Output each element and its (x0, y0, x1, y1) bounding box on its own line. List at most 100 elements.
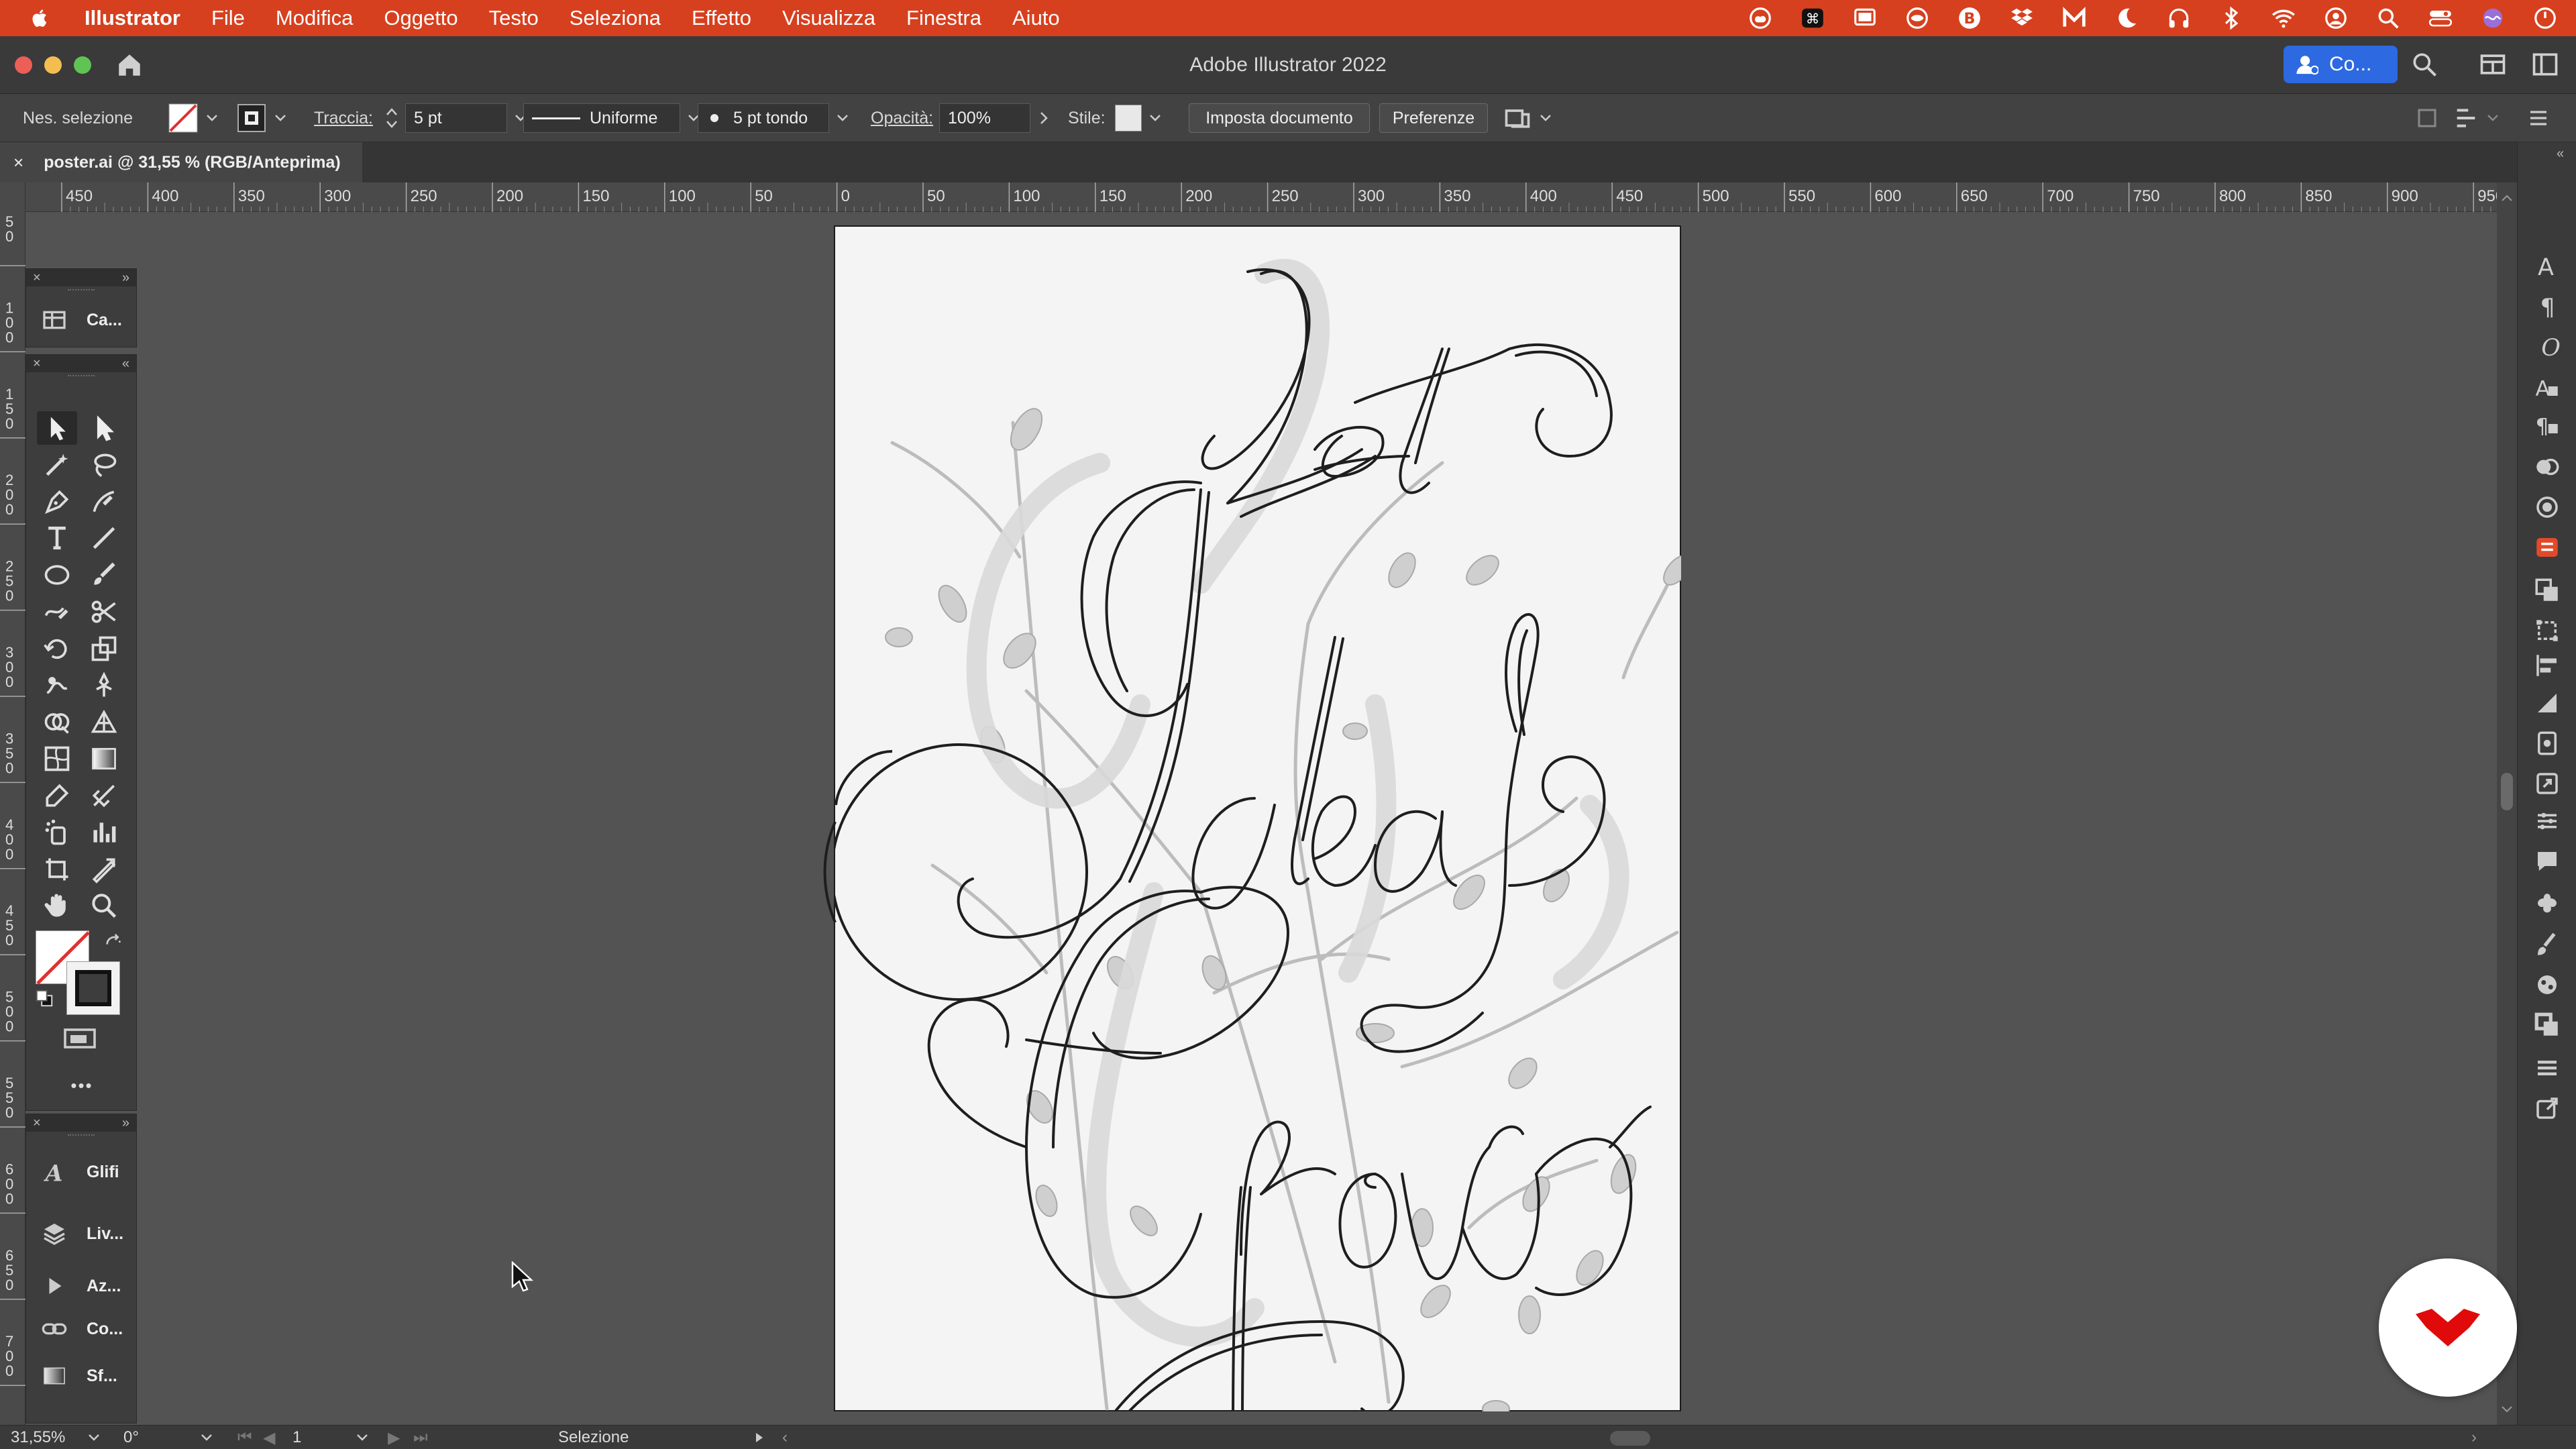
siri-icon[interactable] (2479, 5, 2506, 32)
export-button[interactable] (2531, 1092, 2563, 1124)
shaper-tool-button[interactable] (37, 595, 77, 629)
document-tab[interactable]: × poster.ai @ 31,55 % (RGB/Anteprima) (0, 142, 362, 182)
m-icon[interactable] (2061, 5, 2088, 32)
control-menu-icon[interactable] (2526, 94, 2551, 142)
workspace-icon[interactable] (2478, 50, 2508, 79)
document-info-button[interactable] (2531, 727, 2563, 759)
pathfinder-button[interactable] (2531, 574, 2563, 606)
bluetooth-icon[interactable] (2218, 5, 2245, 32)
menu-window[interactable]: Finestra (906, 6, 981, 30)
panel-close-icon[interactable]: × (33, 270, 41, 286)
stroke-label[interactable]: Traccia: (314, 94, 373, 142)
chevron-down-icon[interactable] (836, 113, 849, 123)
profile-dropdown[interactable]: Uniforme (523, 103, 680, 133)
panel-item-actions[interactable]: Az... (26, 1265, 136, 1307)
align-panel-button[interactable] (2531, 649, 2563, 682)
search-icon[interactable] (2375, 5, 2402, 32)
vertical-scroll-thumb[interactable] (2501, 773, 2513, 810)
panel-item-libraries[interactable]: Ca... (26, 296, 136, 344)
panel-header[interactable]: ×» (26, 1114, 136, 1132)
menu-type[interactable]: Testo (489, 6, 539, 30)
last-artboard-icon[interactable]: ⏭ (413, 1426, 428, 1449)
dropbox-icon[interactable] (2008, 5, 2035, 32)
transform-icon[interactable] (2453, 94, 2500, 142)
horizontal-scroll-thumb[interactable] (1610, 1431, 1650, 1446)
stepper-arrows-icon[interactable] (384, 103, 400, 133)
style-swatch-box[interactable] (1115, 105, 1142, 131)
fill-swatch[interactable] (168, 94, 219, 142)
wifi-icon[interactable] (2270, 5, 2297, 32)
panel-expand-icon[interactable]: » (122, 1116, 129, 1131)
stroke-color-box[interactable] (66, 961, 120, 1015)
paragraph-panel-button[interactable]: ¶ (2531, 290, 2563, 322)
menu-app[interactable]: Illustrator (85, 6, 180, 30)
column-graph-tool-button[interactable] (84, 816, 124, 849)
gradient-tool-button[interactable] (84, 742, 124, 775)
b-icon[interactable]: B (1956, 5, 1983, 32)
menu-effect[interactable]: Effetto (692, 6, 751, 30)
opacity-label[interactable]: Opacità: (871, 94, 933, 142)
close-tab-icon[interactable]: × (13, 152, 23, 173)
panel-close-icon[interactable]: × (33, 1116, 41, 1131)
search-help-icon[interactable] (2410, 50, 2439, 79)
stroke-weight-field[interactable]: 5 pt (405, 103, 507, 133)
arrange-panels-icon[interactable] (2530, 50, 2560, 79)
opacity-control[interactable]: 100% (939, 94, 1051, 142)
symbol-sprayer-tool-button[interactable] (37, 816, 77, 849)
color-guide-button[interactable] (2531, 491, 2563, 523)
character-styles-button[interactable]: A (2531, 370, 2563, 402)
align-grid-icon[interactable] (2415, 94, 2439, 142)
headphones-icon[interactable] (2165, 5, 2192, 32)
screen-mode-icon[interactable] (62, 1026, 100, 1053)
paintbrush-tool-button[interactable] (84, 558, 124, 592)
tools-header[interactable]: × « (26, 355, 136, 372)
loop-icon[interactable] (1904, 5, 1931, 32)
stroke-panel-button[interactable] (2531, 1009, 2563, 1041)
screen-icon[interactable] (1851, 5, 1878, 32)
command-icon[interactable]: ⌘ (1799, 5, 1826, 32)
chevron-down-icon[interactable] (2486, 113, 2500, 123)
first-artboard-icon[interactable]: ⏮ (237, 1426, 252, 1449)
zoom-level[interactable]: 31,55% (11, 1426, 65, 1449)
artboard-tool-button[interactable] (37, 853, 77, 886)
paragraph-styles-button[interactable]: ¶ (2531, 408, 2563, 440)
properties-button[interactable] (2531, 805, 2563, 837)
zoom-dropdown-icon[interactable] (87, 1426, 101, 1449)
color-panel-button[interactable] (2531, 451, 2563, 483)
vertical-ruler[interactable]: 50 100 150 200 250 300 350 400 450 500 550 600 650 70… (0, 182, 25, 1425)
tools-close-icon[interactable]: × (33, 356, 41, 372)
apple-icon[interactable] (30, 7, 51, 30)
edit-toolbar-button[interactable]: ••• (26, 1075, 138, 1096)
tools-collapse-icon[interactable]: « (122, 356, 129, 372)
menu-help[interactable]: Aiuto (1012, 6, 1060, 30)
stroke-swatch[interactable] (236, 94, 287, 142)
control-center-icon[interactable] (2427, 5, 2454, 32)
opentype-panel-button[interactable]: O (2531, 330, 2563, 362)
slice-tool-button[interactable] (84, 853, 124, 886)
magic-wand-tool-button[interactable] (37, 448, 77, 482)
measure-tool-button[interactable] (84, 779, 124, 812)
menu-file[interactable]: File (211, 6, 245, 30)
stroke-weight-stepper[interactable]: 5 pt (384, 94, 527, 142)
chevron-down-icon[interactable] (205, 113, 219, 123)
document-setup-button[interactable]: Imposta documento (1189, 103, 1370, 133)
rotation-value[interactable]: 0° (123, 1426, 139, 1449)
scroll-right-icon[interactable]: › (2471, 1426, 2477, 1449)
asset-export-button[interactable] (2531, 767, 2563, 800)
panel-grip[interactable] (68, 1134, 95, 1138)
menu-view[interactable]: Visualizza (782, 6, 875, 30)
panel-item-glyphs[interactable]: A Glifi (26, 1141, 136, 1203)
panel-item-links[interactable]: Co... (26, 1307, 136, 1350)
brush-dropdown[interactable]: 5 pt tondo (698, 103, 829, 133)
next-artboard-icon[interactable]: ▶ (388, 1426, 400, 1449)
scroll-up-icon[interactable] (2500, 193, 2514, 203)
comments-button[interactable] (2531, 845, 2563, 877)
previous-artboard-icon[interactable]: ◀ (263, 1426, 275, 1449)
transform-panel-button[interactable] (2531, 614, 2563, 647)
gradient-panel-button[interactable] (2531, 687, 2563, 719)
chevron-down-icon[interactable] (1539, 113, 1552, 123)
dock-collapse-icon[interactable]: « (2557, 146, 2564, 162)
artboard-number[interactable]: 1 (292, 1426, 301, 1449)
panel-expand-icon[interactable]: » (122, 270, 129, 286)
graphic-style-swatch[interactable] (1115, 94, 1162, 142)
